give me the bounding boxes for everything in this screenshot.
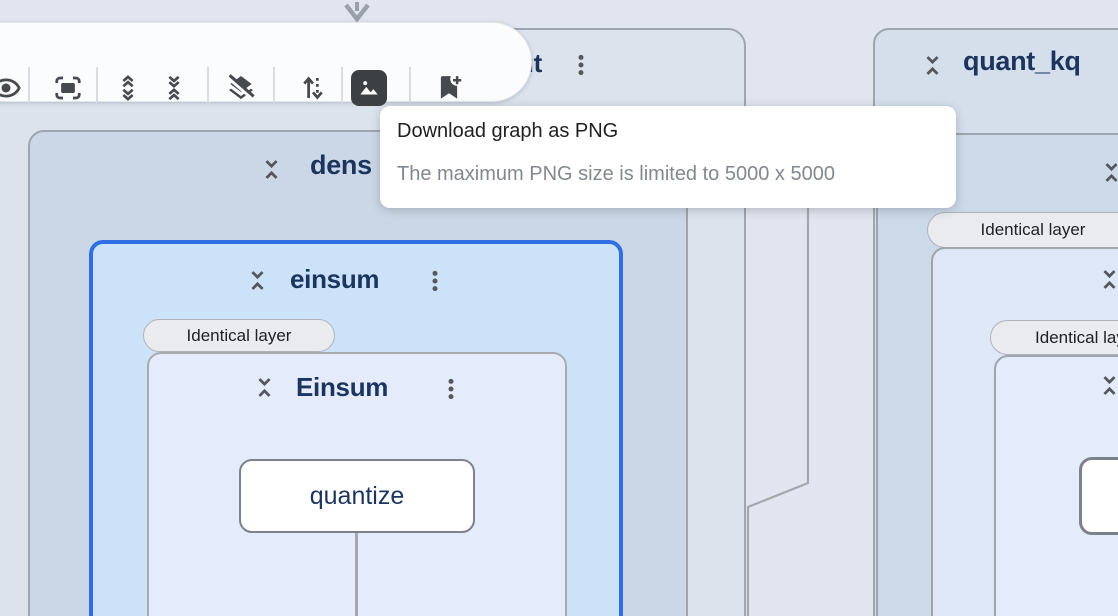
image-icon[interactable]	[351, 70, 387, 106]
edge-line	[355, 533, 358, 616]
toolbar-divider	[96, 67, 98, 103]
eye-icon[interactable]	[0, 70, 24, 106]
collapse-layer-icon[interactable]	[244, 267, 271, 294]
quantize-node[interactable]: quantize	[239, 459, 475, 533]
more-options-icon[interactable]	[438, 376, 464, 402]
graph-toolbar	[0, 22, 532, 102]
identical-layer-badge: Identical layer	[990, 320, 1118, 355]
edge-arrow-icon	[342, 2, 372, 22]
collapse-layer-icon[interactable]	[919, 52, 946, 79]
toolbar-divider	[207, 67, 209, 103]
bookmark-add-icon[interactable]	[431, 70, 467, 106]
badge-label: Identical layer	[187, 326, 292, 346]
layers-off-icon[interactable]	[223, 70, 259, 106]
badge-label: Identical layer	[1035, 328, 1118, 348]
group-title-quant-kq[interactable]: quant_kq	[963, 46, 1081, 77]
toolbar-divider	[273, 67, 275, 103]
collapse-layer-icon[interactable]	[251, 374, 278, 401]
collapse-layer-icon[interactable]	[1096, 372, 1118, 399]
node[interactable]	[1079, 457, 1118, 535]
graph-canvas[interactable]: ut dens einsum Identical layer Einsum qu…	[0, 0, 1118, 616]
edge-line	[740, 200, 820, 616]
toolbar-divider	[409, 67, 411, 103]
collapse-all-layers-icon[interactable]	[156, 70, 192, 106]
flatten-layers-icon[interactable]	[295, 70, 331, 106]
quantize-node-label: quantize	[310, 482, 405, 511]
badge-label: Identical layer	[981, 220, 1086, 240]
identical-layer-badge: Identical layer	[927, 212, 1118, 248]
collapse-layer-icon[interactable]	[1098, 159, 1118, 186]
download-png-tooltip: Download graph as PNG The maximum PNG si…	[380, 106, 956, 208]
toolbar-divider	[28, 67, 30, 103]
toolbar-divider	[341, 67, 343, 103]
tooltip-subtitle: The maximum PNG size is limited to 5000 …	[397, 163, 835, 186]
identical-layer-badge: Identical layer	[143, 319, 335, 352]
group-title-einsum[interactable]: einsum	[290, 264, 379, 295]
group-title-einsum-inner[interactable]: Einsum	[296, 372, 388, 403]
tooltip-title: Download graph as PNG	[397, 120, 618, 143]
fit-screen-icon[interactable]	[50, 70, 86, 106]
more-options-icon[interactable]	[568, 52, 594, 78]
group-title-dens[interactable]: dens	[310, 150, 372, 181]
collapse-layer-icon[interactable]	[258, 156, 285, 183]
collapse-layer-icon[interactable]	[1096, 266, 1118, 293]
expand-all-layers-icon[interactable]	[110, 70, 146, 106]
more-options-icon[interactable]	[422, 268, 448, 294]
